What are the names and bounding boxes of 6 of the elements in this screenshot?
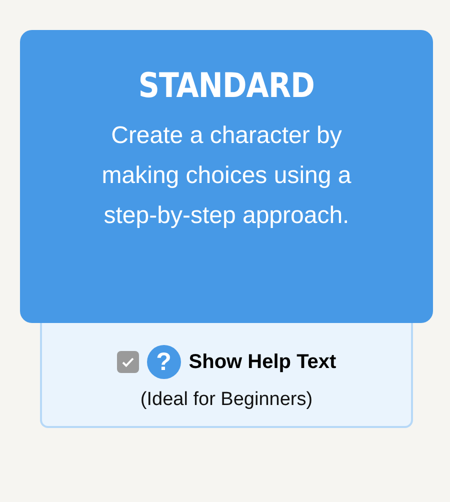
- help-note: (Ideal for Beginners): [140, 389, 313, 411]
- help-label: Show Help Text: [188, 350, 336, 374]
- card-description: Create a character by making choices using a step-by-step approach.: [100, 121, 352, 231]
- mode-card[interactable]: STANDARD Create a character by making choices using a step-by-step approach.: [20, 30, 433, 323]
- checkmark-icon: [120, 355, 135, 369]
- card-title: STANDARD: [138, 66, 315, 106]
